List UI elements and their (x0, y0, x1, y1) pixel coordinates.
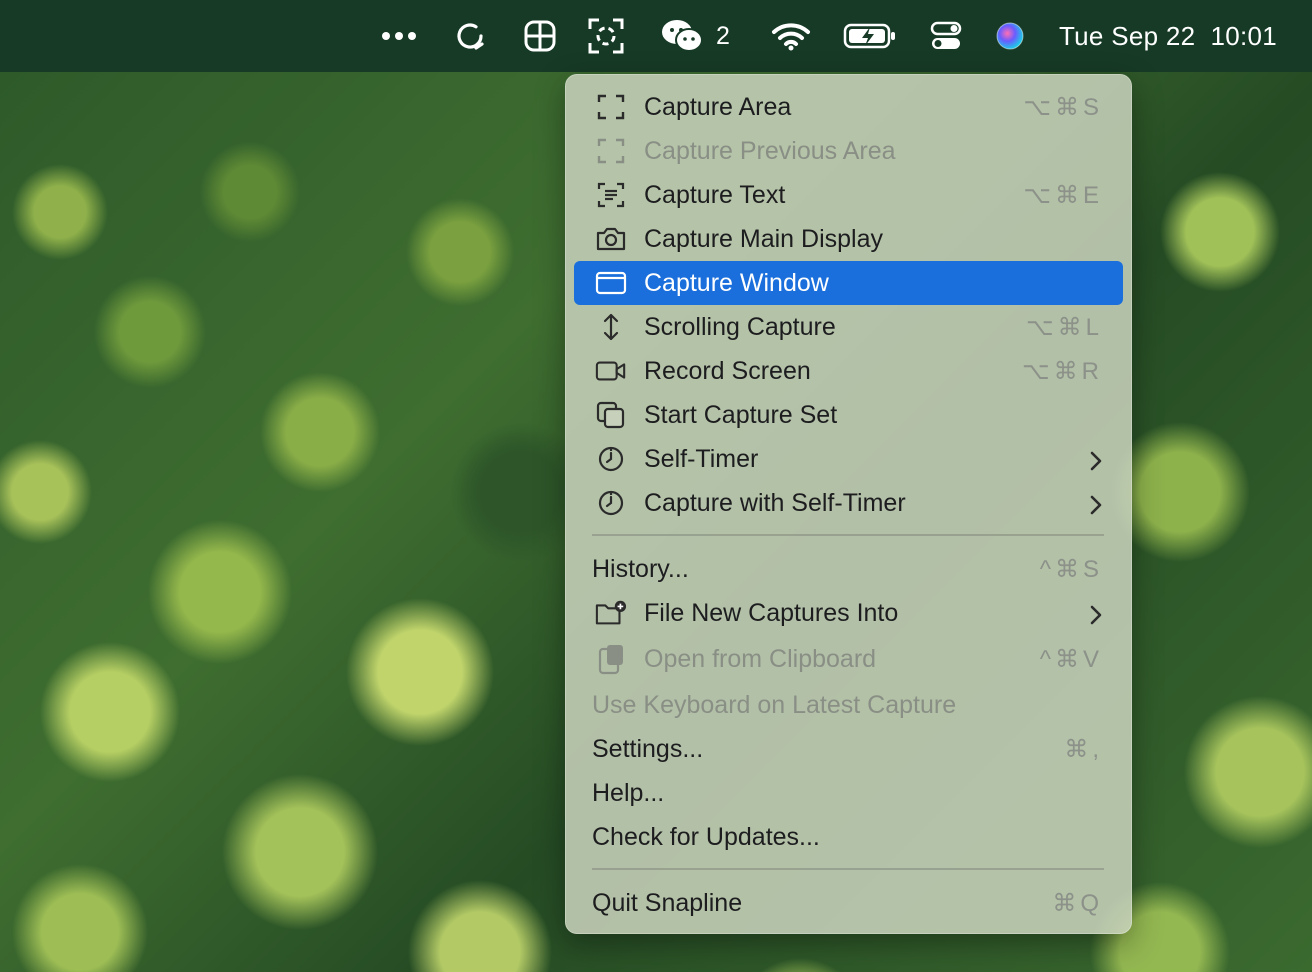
menu-item-capture-with-self-timer[interactable]: Capture with Self-Timer (574, 481, 1123, 525)
chevron-right-icon (1089, 493, 1103, 522)
camera-icon (595, 225, 627, 253)
menu-item-label: Self-Timer (644, 444, 759, 473)
menu-item-label: Quit Snapline (592, 888, 743, 917)
menubar-clock[interactable]: Tue Sep 22 10:01 (1050, 0, 1286, 72)
more-icon[interactable] (378, 0, 420, 72)
control-center-icon[interactable] (926, 0, 966, 72)
menu-item-settings[interactable]: Settings... ⌘, (574, 727, 1123, 771)
battery-icon[interactable] (840, 0, 900, 72)
menubar-time: 10:01 (1210, 20, 1278, 51)
scroll-arrows-icon (595, 313, 627, 341)
menu-item-scrolling-capture[interactable]: Scrolling Capture ⌥⌘L (574, 305, 1123, 349)
menu-item-shortcut: ⌘Q (1052, 889, 1103, 917)
menu-item-shortcut: ⌥⌘L (1025, 313, 1103, 341)
menu-separator (592, 868, 1104, 870)
menu-item-label: Open from Clipboard (644, 644, 877, 673)
wechat-unread-count: 2 (716, 21, 730, 50)
menu-item-label: Help... (592, 778, 665, 807)
menu-item-label: Capture Window (644, 268, 829, 297)
window-icon (595, 269, 627, 297)
menu-item-open-from-clipboard: Open from Clipboard ^⌘V (574, 637, 1123, 681)
menu-item-help[interactable]: Help... (574, 771, 1123, 815)
menu-item-label: Settings... (592, 734, 704, 763)
menu-item-label: Capture Text (644, 180, 786, 209)
siri-icon[interactable] (990, 0, 1030, 72)
capture-text-icon (595, 181, 627, 209)
chevron-right-icon (1089, 603, 1103, 632)
menu-item-label: Record Screen (644, 356, 811, 385)
menu-item-shortcut: ⌘, (1064, 735, 1103, 763)
menu-bar: 2 Tue Sep 22 10:01 (0, 0, 1312, 72)
timer-icon (595, 489, 627, 517)
menu-item-shortcut: ⌥⌘E (1023, 181, 1103, 209)
menu-item-label: Use Keyboard on Latest Capture (592, 690, 957, 719)
timer-icon (595, 445, 627, 473)
wechat-icon[interactable] (658, 0, 706, 72)
menu-item-capture-area[interactable]: Capture Area ⌥⌘S (574, 85, 1123, 129)
video-camera-icon (595, 357, 627, 385)
menu-separator (592, 534, 1104, 536)
menu-item-label: Check for Updates... (592, 822, 820, 851)
menu-item-shortcut: ⌥⌘S (1023, 93, 1103, 121)
menu-item-capture-previous-area: Capture Previous Area (574, 129, 1123, 173)
menu-item-check-for-updates[interactable]: Check for Updates... (574, 815, 1123, 859)
menu-item-capture-window[interactable]: Capture Window (574, 261, 1123, 305)
menu-item-label: History... (592, 554, 689, 583)
menu-item-label: Capture Area (644, 92, 792, 121)
menu-item-quit-snapline[interactable]: Quit Snapline ⌘Q (574, 881, 1123, 925)
menu-item-label: Scrolling Capture (644, 312, 836, 341)
chevron-right-icon (1089, 449, 1103, 478)
stacked-squares-icon (595, 401, 627, 429)
menu-item-label: Capture Main Display (644, 224, 883, 253)
menu-item-label: Capture with Self-Timer (644, 488, 906, 517)
snapline-status-icon[interactable] (450, 0, 490, 72)
capture-previous-area-icon (595, 137, 627, 165)
snapline-menu: Capture Area ⌥⌘S Capture Previous Area C… (565, 74, 1132, 934)
grid-icon[interactable] (520, 0, 560, 72)
menu-item-use-keyboard-on-latest-capture: Use Keyboard on Latest Capture (574, 683, 1123, 727)
menu-item-history[interactable]: History... ^⌘S (574, 547, 1123, 591)
menu-item-shortcut: ⌥⌘R (1022, 357, 1103, 385)
menu-item-capture-main-display[interactable]: Capture Main Display (574, 217, 1123, 261)
menu-item-capture-text[interactable]: Capture Text ⌥⌘E (574, 173, 1123, 217)
menubar-date: Tue Sep 22 (1058, 20, 1196, 51)
menu-item-label: File New Captures Into (644, 598, 899, 627)
menu-item-label: Start Capture Set (644, 400, 838, 429)
menu-item-start-capture-set[interactable]: Start Capture Set (574, 393, 1123, 437)
menu-item-self-timer[interactable]: Self-Timer (574, 437, 1123, 481)
clipboard-icon (595, 645, 627, 675)
menu-item-shortcut: ^⌘S (1039, 555, 1103, 583)
menu-item-file-new-captures-into[interactable]: File New Captures Into (574, 591, 1123, 635)
menu-item-shortcut: ^⌘V (1039, 645, 1103, 673)
capture-icon[interactable] (584, 0, 628, 72)
menu-item-label: Capture Previous Area (644, 136, 896, 165)
menu-item-record-screen[interactable]: Record Screen ⌥⌘R (574, 349, 1123, 393)
folder-add-icon (595, 599, 627, 627)
wifi-icon[interactable] (768, 0, 814, 72)
capture-area-icon (595, 93, 627, 121)
